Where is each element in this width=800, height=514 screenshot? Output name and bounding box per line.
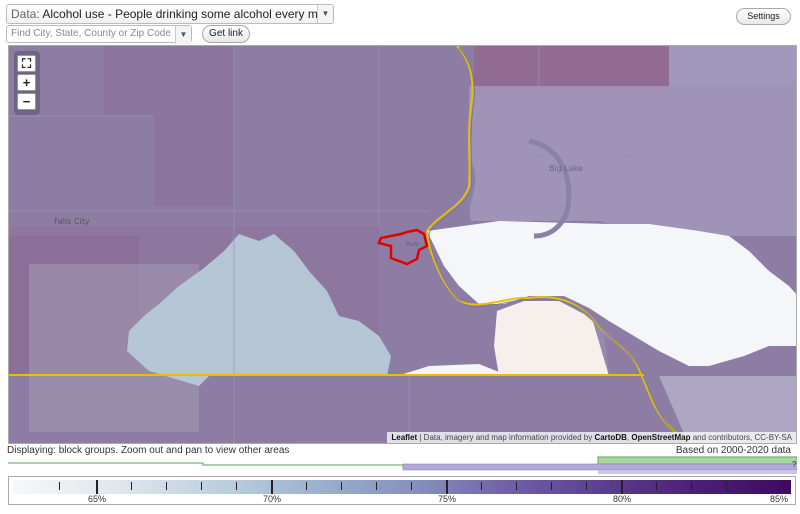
toolbar: Data: Alcohol use - People drinking some… — [0, 0, 800, 44]
settings-button[interactable]: Settings — [736, 8, 791, 25]
fullscreen-icon[interactable]: ⛶ — [17, 55, 36, 72]
zoom-out-button[interactable]: − — [17, 93, 36, 110]
histogram-bar — [597, 456, 797, 465]
zoom-in-button[interactable]: + — [17, 74, 36, 91]
attribution-cartodb-link[interactable]: CartoDB — [594, 433, 626, 442]
map-attribution: Leaflet | Data, imagery and map informat… — [387, 432, 796, 443]
histogram-bar — [402, 463, 797, 471]
app: Data: Alcohol use - People drinking some… — [0, 0, 800, 514]
data-select-value: Alcohol use - People drinking some alcoh… — [42, 7, 334, 21]
attribution-osm-link[interactable]: OpenStreetMap — [631, 433, 690, 442]
chevron-down-icon[interactable]: ▼ — [317, 5, 333, 23]
legend-tick — [341, 482, 342, 490]
attribution-text: | Data, imagery and map information prov… — [417, 433, 595, 442]
legend-tick — [586, 482, 587, 490]
legend-tick — [306, 482, 307, 490]
legend-tick — [691, 482, 692, 490]
search-dropdown-icon[interactable]: ▼ — [175, 26, 191, 44]
zoom-control: ⛶ + − — [14, 51, 40, 115]
legend-label: 80% — [612, 494, 632, 504]
legend-tick — [516, 482, 517, 490]
block-group-area — [469, 86, 796, 236]
search-input[interactable] — [11, 28, 176, 39]
legend-tick — [376, 482, 377, 490]
legend-gradient — [13, 480, 791, 494]
legend-label: 85% — [769, 494, 789, 504]
legend-tick — [166, 482, 167, 490]
histogram-bar — [598, 470, 797, 474]
legend-tick — [271, 480, 273, 494]
attribution-license: and contributors, CC-BY-SA — [690, 433, 792, 442]
legend-tick — [551, 482, 552, 490]
map-canvas[interactable]: Falls City Big Lake Rulo — [9, 46, 797, 444]
color-legend: 65% 70% 75% 80% 85% — [8, 476, 796, 505]
attribution-leaflet-link[interactable]: Leaflet — [391, 433, 417, 442]
legend-tick — [96, 480, 98, 494]
legend-tick — [726, 482, 727, 490]
place-label-rulo: Rulo — [406, 241, 419, 248]
data-select-prefix: Data: — [11, 7, 40, 21]
location-search[interactable]: ▼ — [6, 25, 192, 44]
legend-tick — [411, 482, 412, 490]
legend-label: 65% — [87, 494, 107, 504]
distribution-histogram — [8, 456, 797, 474]
legend-tick — [201, 482, 202, 490]
legend-tick — [621, 480, 623, 494]
place-label-falls-city: Falls City — [54, 217, 90, 226]
legend-tick — [481, 482, 482, 490]
legend-tick — [656, 482, 657, 490]
legend-label: 75% — [437, 494, 457, 504]
legend-tick — [761, 482, 762, 490]
help-icon[interactable]: ? — [792, 460, 796, 469]
place-label-big-lake: Big Lake — [549, 164, 583, 173]
data-select[interactable]: Data: Alcohol use - People drinking some… — [6, 4, 334, 24]
get-link-button[interactable]: Get link — [202, 25, 250, 43]
legend-tick — [446, 480, 448, 494]
block-group-area — [669, 46, 796, 86]
legend-tick — [236, 482, 237, 490]
legend-label: 70% — [262, 494, 282, 504]
map-view[interactable]: Falls City Big Lake Rulo ⛶ + − Leaflet |… — [8, 45, 797, 444]
legend-tick — [131, 482, 132, 490]
legend-tick — [59, 482, 60, 490]
